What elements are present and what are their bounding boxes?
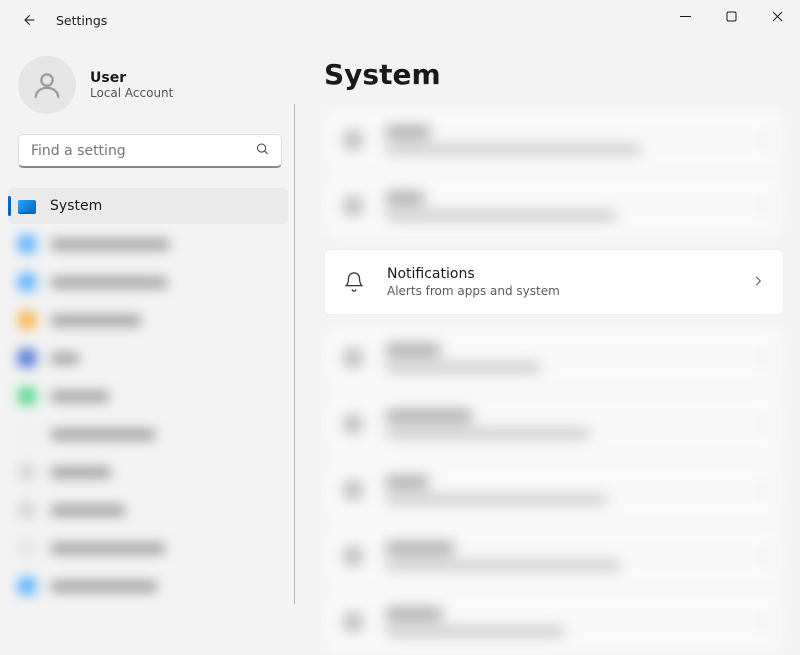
user-account-type: Local Account <box>90 86 173 100</box>
scroll-divider <box>294 104 295 604</box>
page-title: System <box>324 58 784 91</box>
placeholder-icon <box>343 414 363 434</box>
placeholder-label <box>50 429 156 440</box>
main-panel: System Notifications Alerts from apps an… <box>300 40 800 632</box>
titlebar: Settings <box>0 0 800 40</box>
sidebar-item-placeholder[interactable] <box>8 454 288 490</box>
placeholder-icon <box>18 311 36 329</box>
sidebar-item-placeholder[interactable] <box>8 340 288 376</box>
placeholder-sub <box>385 145 641 154</box>
placeholder-title <box>385 126 431 138</box>
sidebar-item-placeholder[interactable] <box>8 568 288 604</box>
card-placeholder[interactable] <box>324 523 784 589</box>
placeholder-icon <box>343 130 363 150</box>
card-placeholder[interactable] <box>324 107 784 173</box>
placeholder-label <box>50 239 170 250</box>
placeholder-icon <box>18 577 36 595</box>
close-button[interactable] <box>754 0 800 32</box>
sidebar-item-placeholder[interactable] <box>8 416 288 452</box>
minimize-icon <box>680 11 691 22</box>
user-name: User <box>90 70 173 86</box>
placeholder-label <box>50 467 112 478</box>
placeholder-sub <box>385 429 591 438</box>
card-placeholder[interactable] <box>324 391 784 457</box>
card-placeholder[interactable] <box>324 457 784 523</box>
sidebar-item-placeholder[interactable] <box>8 530 288 566</box>
placeholder-sub <box>385 211 617 220</box>
placeholder-label <box>50 277 168 288</box>
placeholder-label <box>50 505 126 516</box>
sidebar-item-placeholder[interactable] <box>8 492 288 528</box>
chevron-right-icon <box>755 550 766 561</box>
sidebar-item-placeholder[interactable] <box>8 302 288 338</box>
app-title: Settings <box>56 13 107 28</box>
close-icon <box>772 11 783 22</box>
placeholder-label <box>50 543 166 554</box>
sidebar-item-system[interactable]: System <box>8 188 288 224</box>
search-icon <box>255 142 270 161</box>
placeholder-sub <box>385 561 621 570</box>
placeholder-title <box>385 344 441 356</box>
placeholder-icon <box>343 480 363 500</box>
placeholder-icon <box>18 539 36 557</box>
user-icon <box>30 68 64 102</box>
placeholder-icon <box>18 501 36 519</box>
placeholder-title <box>385 608 443 620</box>
search-box <box>18 134 282 168</box>
placeholder-icon <box>18 387 36 405</box>
maximize-icon <box>726 11 737 22</box>
chevron-right-icon <box>755 134 766 145</box>
placeholder-icon <box>18 463 36 481</box>
search-input[interactable] <box>18 134 282 168</box>
window-controls <box>662 0 800 40</box>
card-title: Notifications <box>387 266 560 282</box>
placeholder-label <box>50 581 158 592</box>
chevron-right-icon <box>751 273 765 292</box>
placeholder-icon <box>343 348 363 368</box>
placeholder-title <box>385 476 429 488</box>
placeholder-title <box>385 542 455 554</box>
placeholder-title <box>385 410 473 422</box>
user-block[interactable]: User Local Account <box>12 48 288 134</box>
settings-list: Notifications Alerts from apps and syste… <box>324 107 784 655</box>
minimize-button[interactable] <box>662 0 708 32</box>
sidebar: User Local Account System <box>0 40 300 632</box>
placeholder-icon <box>18 349 36 367</box>
chevron-right-icon <box>755 484 766 495</box>
placeholder-sub <box>385 495 607 504</box>
sidebar-item-label: System <box>50 198 102 214</box>
nav: System <box>4 186 292 632</box>
card-placeholder[interactable] <box>324 325 784 391</box>
placeholder-title <box>385 192 425 204</box>
placeholder-icon <box>18 425 36 443</box>
sidebar-item-placeholder[interactable] <box>8 264 288 300</box>
placeholder-icon <box>343 196 363 216</box>
arrow-left-icon <box>21 12 37 28</box>
chevron-right-icon <box>755 418 766 429</box>
placeholder-icon <box>18 235 36 253</box>
sidebar-item-placeholder[interactable] <box>8 378 288 414</box>
card-placeholder[interactable] <box>324 173 784 239</box>
chevron-right-icon <box>755 352 766 363</box>
placeholder-icon <box>343 612 363 632</box>
placeholder-label <box>50 315 142 326</box>
back-button[interactable] <box>12 3 46 37</box>
chevron-right-icon <box>755 200 766 211</box>
placeholder-icon <box>343 546 363 566</box>
sidebar-item-placeholder[interactable] <box>8 226 288 262</box>
maximize-button[interactable] <box>708 0 754 32</box>
avatar <box>18 56 76 114</box>
placeholder-sub <box>385 363 541 372</box>
display-icon <box>18 200 36 212</box>
card-subtitle: Alerts from apps and system <box>387 284 560 298</box>
bell-icon <box>343 271 365 293</box>
card-placeholder[interactable] <box>324 589 784 655</box>
card-notifications[interactable]: Notifications Alerts from apps and syste… <box>324 249 784 315</box>
placeholder-icon <box>18 273 36 291</box>
placeholder-label <box>50 391 110 402</box>
placeholder-label <box>50 353 80 364</box>
chevron-right-icon <box>755 616 766 627</box>
